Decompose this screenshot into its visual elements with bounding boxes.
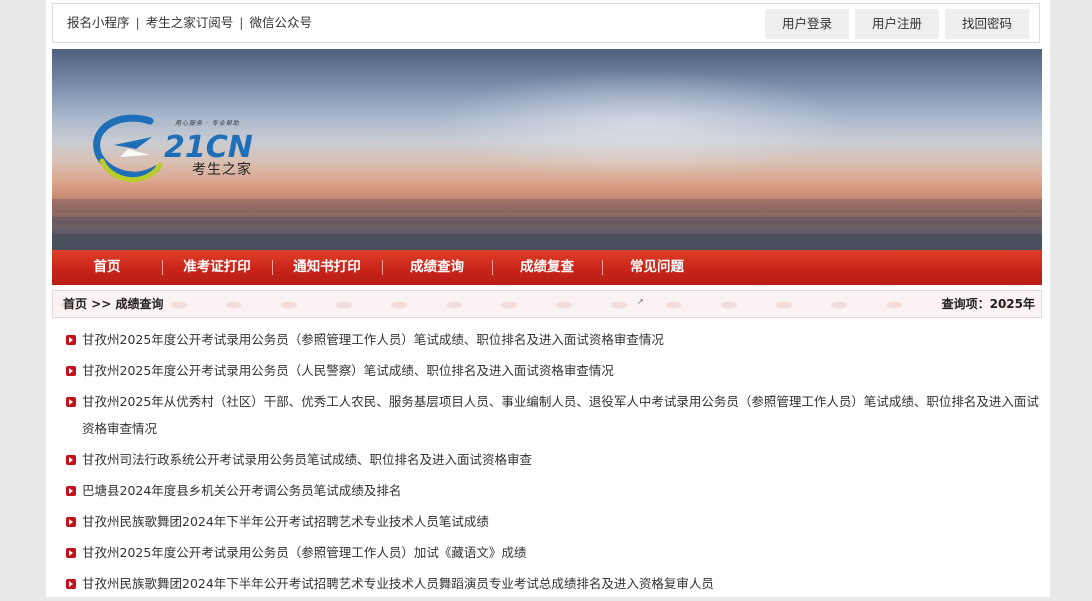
list-item-title[interactable]: 甘孜州民族歌舞团2024年下半年公开考试招聘艺术专业技术人员笔试成绩: [82, 514, 489, 529]
list-item-title[interactable]: 甘孜州民族歌舞团2024年下半年公开考试招聘艺术专业技术人员舞蹈演员专业考试总成…: [82, 576, 714, 591]
bullet-arrow-icon: [66, 517, 76, 527]
bullet-arrow-icon: [66, 366, 76, 376]
login-button[interactable]: 用户登录: [765, 9, 849, 39]
header-banner: 21CN 用心服务 · 专业帮助 考生之家: [52, 49, 1042, 250]
list-item-title[interactable]: 甘孜州2025年从优秀村（社区）干部、优秀工人农民、服务基层项目人员、事业编制人…: [82, 388, 1040, 442]
mini-program-link[interactable]: 报名小程序: [67, 15, 130, 30]
separator: |: [239, 15, 244, 30]
recover-password-button[interactable]: 找回密码: [945, 9, 1029, 39]
breadcrumb-home[interactable]: 首页: [63, 297, 87, 311]
query-item: 查询项：2025年: [942, 291, 1035, 317]
breadcrumb: 首页 >> 成绩查询 ↗ 查询项：2025年: [52, 290, 1042, 318]
logo-text: 考生之家: [192, 162, 252, 178]
breadcrumb-current: 成绩查询: [115, 297, 164, 311]
nav-home[interactable]: 首页: [52, 250, 162, 285]
query-label: 查询项：: [941, 297, 990, 311]
register-button[interactable]: 用户注册: [855, 9, 939, 39]
list-item[interactable]: 甘孜州民族歌舞团2024年下半年公开考试招聘艺术专业技术人员舞蹈演员专业考试总成…: [64, 570, 1040, 597]
query-value: 2025年: [989, 297, 1035, 311]
list-item-title[interactable]: 甘孜州2025年度公开考试录用公务员（人民警察）笔试成绩、职位排名及进入面试资格…: [82, 363, 614, 378]
bullet-arrow-icon: [66, 397, 76, 407]
nav-faq[interactable]: 常见问题: [602, 250, 712, 285]
list-item-title[interactable]: 甘孜州司法行政系统公开考试录用公务员笔试成绩、职位排名及进入面试资格审查: [82, 452, 532, 467]
top-bar: 报名小程序 | 考生之家订阅号 | 微信公众号 用户登录 用户注册 找回密码: [52, 3, 1040, 43]
top-links: 报名小程序 | 考生之家订阅号 | 微信公众号: [67, 4, 312, 42]
nav-admission-ticket[interactable]: 准考证打印: [162, 250, 272, 285]
nav-score-query[interactable]: 成绩查询: [382, 250, 492, 285]
bullet-arrow-icon: [66, 579, 76, 589]
nav-notice-print[interactable]: 通知书打印: [272, 250, 382, 285]
list-item[interactable]: 甘孜州民族歌舞团2024年下半年公开考试招聘艺术专业技术人员笔试成绩: [64, 508, 1040, 535]
nav-score-review[interactable]: 成绩复查: [492, 250, 602, 285]
list-item[interactable]: 甘孜州2025年度公开考试录用公务员（人民警察）笔试成绩、职位排名及进入面试资格…: [64, 357, 1040, 384]
list-item-title[interactable]: 甘孜州2025年度公开考试录用公务员（参照管理工作人员）加试《藏语文》成绩: [82, 545, 526, 560]
list-item[interactable]: 巴塘县2024年度县乡机关公开考调公务员笔试成绩及排名: [64, 477, 1040, 504]
list-item[interactable]: 甘孜州司法行政系统公开考试录用公务员笔试成绩、职位排名及进入面试资格审查: [64, 446, 1040, 473]
bullet-arrow-icon: [66, 486, 76, 496]
list-item[interactable]: 甘孜州2025年从优秀村（社区）干部、优秀工人农民、服务基层项目人员、事业编制人…: [64, 388, 1040, 442]
breadcrumb-path: 首页 >> 成绩查询: [63, 291, 164, 317]
breadcrumb-arrow: >>: [91, 297, 112, 311]
external-link-icon: ↗: [637, 297, 644, 306]
subscription-account-link[interactable]: 考生之家订阅号: [146, 15, 234, 30]
separator: |: [135, 15, 140, 30]
score-list: 甘孜州2025年度公开考试录用公务员（参照管理工作人员）笔试成绩、职位排名及进入…: [64, 326, 1040, 601]
main-nav: 首页 准考证打印 通知书打印 成绩查询 成绩复查 常见问题: [52, 250, 1042, 285]
list-item[interactable]: 甘孜州2025年度公开考试录用公务员（参照管理工作人员）加试《藏语文》成绩: [64, 539, 1040, 566]
bullet-arrow-icon: [66, 455, 76, 465]
bullet-arrow-icon: [66, 548, 76, 558]
list-item-title[interactable]: 甘孜州2025年度公开考试录用公务员（参照管理工作人员）笔试成绩、职位排名及进入…: [82, 332, 664, 347]
logo-slogan: 用心服务 · 专业帮助: [175, 120, 240, 127]
wechat-official-account-link[interactable]: 微信公众号: [249, 15, 312, 30]
list-item-title[interactable]: 巴塘县2024年度县乡机关公开考调公务员笔试成绩及排名: [82, 483, 401, 498]
bullet-arrow-icon: [66, 335, 76, 345]
list-item[interactable]: 甘孜州2025年度公开考试录用公务员（参照管理工作人员）笔试成绩、职位排名及进入…: [64, 326, 1040, 353]
